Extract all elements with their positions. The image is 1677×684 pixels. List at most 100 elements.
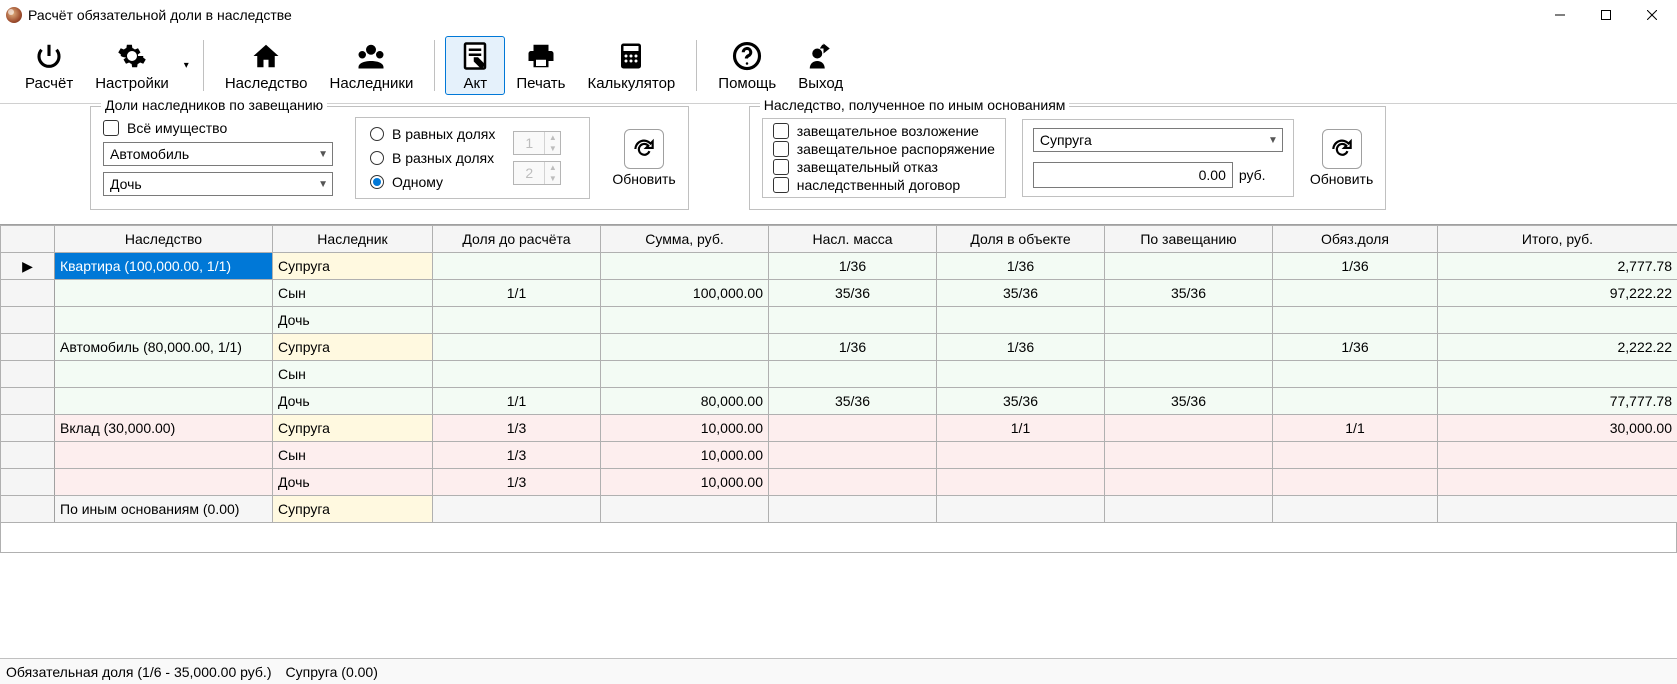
cell[interactable] <box>1273 307 1438 334</box>
cell[interactable] <box>1273 388 1438 415</box>
cell[interactable]: 1/1 <box>1273 415 1438 442</box>
help-button[interactable]: Помощь <box>707 36 787 95</box>
cell[interactable]: 80,000.00 <box>601 388 769 415</box>
cell[interactable] <box>1105 307 1273 334</box>
cell[interactable]: 10,000.00 <box>601 415 769 442</box>
cell[interactable] <box>601 334 769 361</box>
cell[interactable]: Сын <box>273 280 433 307</box>
col-header[interactable]: По завещанию <box>1105 226 1273 253</box>
cell[interactable] <box>1105 496 1273 523</box>
cell[interactable] <box>55 442 273 469</box>
cell[interactable]: 1/36 <box>937 253 1105 280</box>
cell[interactable] <box>601 253 769 280</box>
results-grid[interactable]: НаследствоНаследникДоля до расчётаСумма,… <box>0 224 1677 658</box>
table-row[interactable]: ▶Квартира (100,000.00, 1/1)Супруга1/361/… <box>1 253 1677 280</box>
cell[interactable] <box>769 415 937 442</box>
cell[interactable] <box>769 361 937 388</box>
cell[interactable]: 1/36 <box>1273 334 1438 361</box>
cell[interactable]: Дочь <box>273 307 433 334</box>
cell[interactable] <box>937 307 1105 334</box>
maximize-button[interactable] <box>1583 0 1629 30</box>
cell[interactable]: 97,222.22 <box>1438 280 1677 307</box>
cell[interactable]: 2,222.22 <box>1438 334 1677 361</box>
cell[interactable] <box>55 307 273 334</box>
heirs-button[interactable]: Наследники <box>319 36 425 95</box>
cell[interactable]: По иным основаниям (0.00) <box>55 496 273 523</box>
denominator-spinner[interactable]: 2▲▼ <box>513 161 561 185</box>
cell[interactable]: Супруга <box>273 253 433 280</box>
cell[interactable] <box>1273 469 1438 496</box>
diff-shares-radio[interactable]: В разных долях <box>370 150 495 166</box>
refresh-button-1[interactable]: Обновить <box>612 129 675 187</box>
cell[interactable]: 1/36 <box>769 253 937 280</box>
cell[interactable] <box>1105 253 1273 280</box>
cell[interactable] <box>769 307 937 334</box>
cell[interactable]: 1/1 <box>433 280 601 307</box>
cell[interactable] <box>1273 442 1438 469</box>
cell[interactable] <box>1273 496 1438 523</box>
heir-combo[interactable]: Дочь▼ <box>103 172 333 196</box>
cb-vozlozhenie[interactable]: завещательное возложение <box>773 123 995 139</box>
cell[interactable] <box>937 442 1105 469</box>
cell[interactable]: Сын <box>273 442 433 469</box>
cell[interactable]: 1/36 <box>769 334 937 361</box>
cell[interactable]: 35/36 <box>769 280 937 307</box>
cell[interactable]: 1/36 <box>1273 253 1438 280</box>
cell[interactable]: 35/36 <box>937 280 1105 307</box>
exit-button[interactable]: Выход <box>787 36 854 95</box>
cell[interactable] <box>55 388 273 415</box>
cb-dogovor[interactable]: наследственный договор <box>773 177 995 193</box>
cell[interactable] <box>1438 469 1677 496</box>
all-property-checkbox[interactable]: Всё имущество <box>103 120 333 136</box>
table-row[interactable]: Автомобиль (80,000.00, 1/1)Супруга 1/36 1/… <box>1 334 1677 361</box>
cell[interactable]: 100,000.00 <box>601 280 769 307</box>
cell[interactable]: Супруга <box>273 415 433 442</box>
col-header[interactable]: Обяз.доля <box>1273 226 1438 253</box>
cell[interactable]: 1/3 <box>433 415 601 442</box>
cell[interactable] <box>55 280 273 307</box>
cell[interactable] <box>769 496 937 523</box>
cell[interactable]: 1/1 <box>433 388 601 415</box>
cell[interactable]: 35/36 <box>937 388 1105 415</box>
cell[interactable]: 1/3 <box>433 442 601 469</box>
table-row[interactable]: Дочь1/310,000.00 <box>1 469 1677 496</box>
cell[interactable]: Автомобиль (80,000.00, 1/1) <box>55 334 273 361</box>
cell[interactable] <box>601 496 769 523</box>
table-row[interactable]: Дочь <box>1 307 1677 334</box>
cell[interactable] <box>1105 334 1273 361</box>
calculator-button[interactable]: Калькулятор <box>576 36 686 95</box>
col-header[interactable]: Доля в объекте <box>937 226 1105 253</box>
cell[interactable]: Вклад (30,000.00) <box>55 415 273 442</box>
cell[interactable] <box>1273 361 1438 388</box>
one-heir-radio[interactable]: Одному <box>370 174 495 190</box>
cell[interactable]: 35/36 <box>1105 388 1273 415</box>
cb-otkaz[interactable]: завещательный отказ <box>773 159 995 175</box>
table-row[interactable]: Сын1/310,000.00 <box>1 442 1677 469</box>
refresh-button-2[interactable]: Обновить <box>1310 129 1373 187</box>
cb-rasporyazhenie[interactable]: завещательное распоряжение <box>773 141 995 157</box>
numerator-spinner[interactable]: 1▲▼ <box>513 131 561 155</box>
cell[interactable]: Супруга <box>273 334 433 361</box>
cell[interactable] <box>433 361 601 388</box>
minimize-button[interactable] <box>1537 0 1583 30</box>
object-combo[interactable]: Автомобиль▼ <box>103 142 333 166</box>
cell[interactable] <box>1105 469 1273 496</box>
cell[interactable] <box>1273 280 1438 307</box>
cell[interactable] <box>55 361 273 388</box>
cell[interactable] <box>433 496 601 523</box>
table-row[interactable]: Сын <box>1 361 1677 388</box>
table-row[interactable]: Вклад (30,000.00)Супруга1/310,000.001/11… <box>1 415 1677 442</box>
cell[interactable] <box>433 253 601 280</box>
col-header[interactable]: Сумма, руб. <box>601 226 769 253</box>
act-button[interactable]: Акт <box>445 36 505 95</box>
col-header[interactable]: Доля до расчёта <box>433 226 601 253</box>
cell[interactable]: Квартира (100,000.00, 1/1) <box>55 253 273 280</box>
print-button[interactable]: Печать <box>505 36 576 95</box>
cell[interactable] <box>937 496 1105 523</box>
cell[interactable] <box>1438 442 1677 469</box>
col-header[interactable]: Наследник <box>273 226 433 253</box>
cell[interactable]: Дочь <box>273 388 433 415</box>
inheritance-button[interactable]: Наследство <box>214 36 319 95</box>
cell[interactable]: 2,777.78 <box>1438 253 1677 280</box>
cell[interactable] <box>433 334 601 361</box>
